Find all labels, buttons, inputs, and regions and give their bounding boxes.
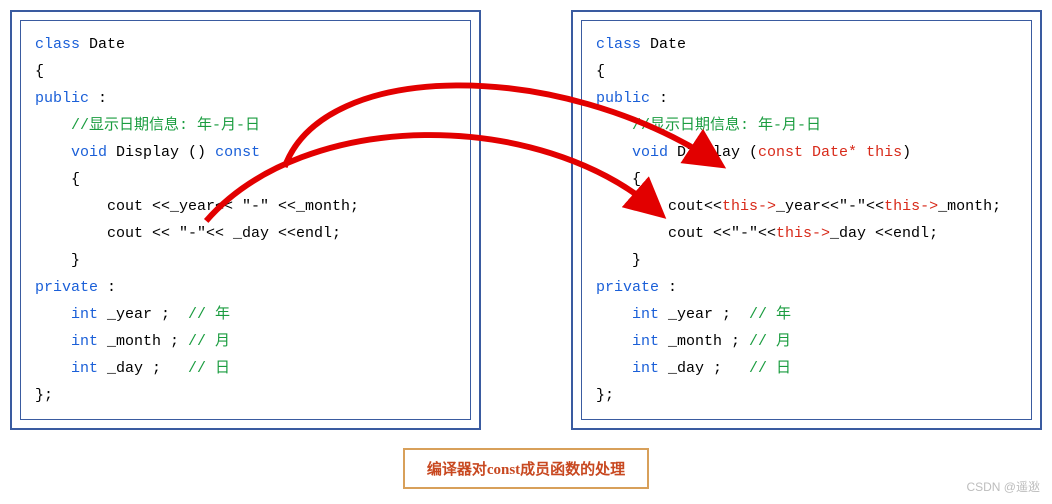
member-day: _day ; — [98, 360, 188, 377]
indent — [35, 144, 71, 161]
comment-day: // 日 — [749, 360, 791, 377]
keyword-private: private — [596, 279, 659, 296]
cout-part: _day <<endl; — [830, 225, 938, 242]
brace-close: } — [596, 252, 641, 269]
const-this-param: const Date* this — [758, 144, 902, 161]
this-arrow: this-> — [776, 225, 830, 242]
indent — [35, 333, 71, 350]
keyword-int: int — [632, 360, 659, 377]
comment-date-info: //显示日期信息: 年-月-日 — [35, 117, 260, 134]
brace-close: }; — [35, 387, 53, 404]
member-year: _year ; — [659, 306, 749, 323]
colon: : — [98, 279, 116, 296]
func-name: Display ( — [668, 144, 758, 161]
this-arrow: this-> — [884, 198, 938, 215]
func-name: Display () — [107, 144, 215, 161]
cout-part: cout <<"-"<< — [596, 225, 776, 242]
colon: : — [89, 90, 107, 107]
indent — [596, 144, 632, 161]
brace-open: { — [35, 63, 44, 80]
brace-close: }; — [596, 387, 614, 404]
comment-day: // 日 — [188, 360, 230, 377]
member-month: _month ; — [98, 333, 188, 350]
brace-open: { — [596, 171, 641, 188]
cout-part: _month; — [938, 198, 1001, 215]
indent — [596, 333, 632, 350]
indent — [35, 306, 71, 323]
indent — [596, 360, 632, 377]
indent — [596, 306, 632, 323]
caption-row: 编译器对const成员函数的处理 — [10, 430, 1042, 489]
colon: : — [659, 279, 677, 296]
cout-part: _year<<"-"<< — [776, 198, 884, 215]
class-name: Date — [641, 36, 686, 53]
left-code-frame: class Date { public : //显示日期信息: 年-月-日 vo… — [10, 10, 481, 430]
keyword-int: int — [632, 333, 659, 350]
keyword-class: class — [35, 36, 80, 53]
member-month: _month ; — [659, 333, 749, 350]
cout-line-1: cout <<_year<< "-" <<_month; — [35, 198, 359, 215]
diagram-container: class Date { public : //显示日期信息: 年-月-日 vo… — [10, 10, 1042, 430]
keyword-int: int — [632, 306, 659, 323]
class-name: Date — [80, 36, 125, 53]
comment-date-info: //显示日期信息: 年-月-日 — [596, 117, 821, 134]
right-code-block: class Date { public : //显示日期信息: 年-月-日 vo… — [581, 20, 1032, 420]
caption-box: 编译器对const成员函数的处理 — [403, 448, 649, 489]
keyword-int: int — [71, 333, 98, 350]
keyword-void: void — [632, 144, 668, 161]
brace-open: { — [596, 63, 605, 80]
this-arrow: this-> — [722, 198, 776, 215]
keyword-const: const — [215, 144, 260, 161]
comment-year: // 年 — [749, 306, 791, 323]
colon: : — [650, 90, 668, 107]
keyword-public: public — [596, 90, 650, 107]
keyword-class: class — [596, 36, 641, 53]
member-year: _year ; — [98, 306, 188, 323]
comment-month: // 月 — [749, 333, 791, 350]
right-code-frame: class Date { public : //显示日期信息: 年-月-日 vo… — [571, 10, 1042, 430]
brace-close: } — [35, 252, 80, 269]
cout-part: cout<< — [596, 198, 722, 215]
cout-line-2: cout << "-"<< _day <<endl; — [35, 225, 341, 242]
comment-year: // 年 — [188, 306, 230, 323]
keyword-public: public — [35, 90, 89, 107]
keyword-int: int — [71, 360, 98, 377]
close-paren: ) — [902, 144, 911, 161]
keyword-int: int — [71, 306, 98, 323]
keyword-void: void — [71, 144, 107, 161]
brace-open: { — [35, 171, 80, 188]
comment-month: // 月 — [188, 333, 230, 350]
left-code-block: class Date { public : //显示日期信息: 年-月-日 vo… — [20, 20, 471, 420]
member-day: _day ; — [659, 360, 749, 377]
watermark: CSDN @遥逖 — [966, 478, 1040, 495]
keyword-private: private — [35, 279, 98, 296]
indent — [35, 360, 71, 377]
